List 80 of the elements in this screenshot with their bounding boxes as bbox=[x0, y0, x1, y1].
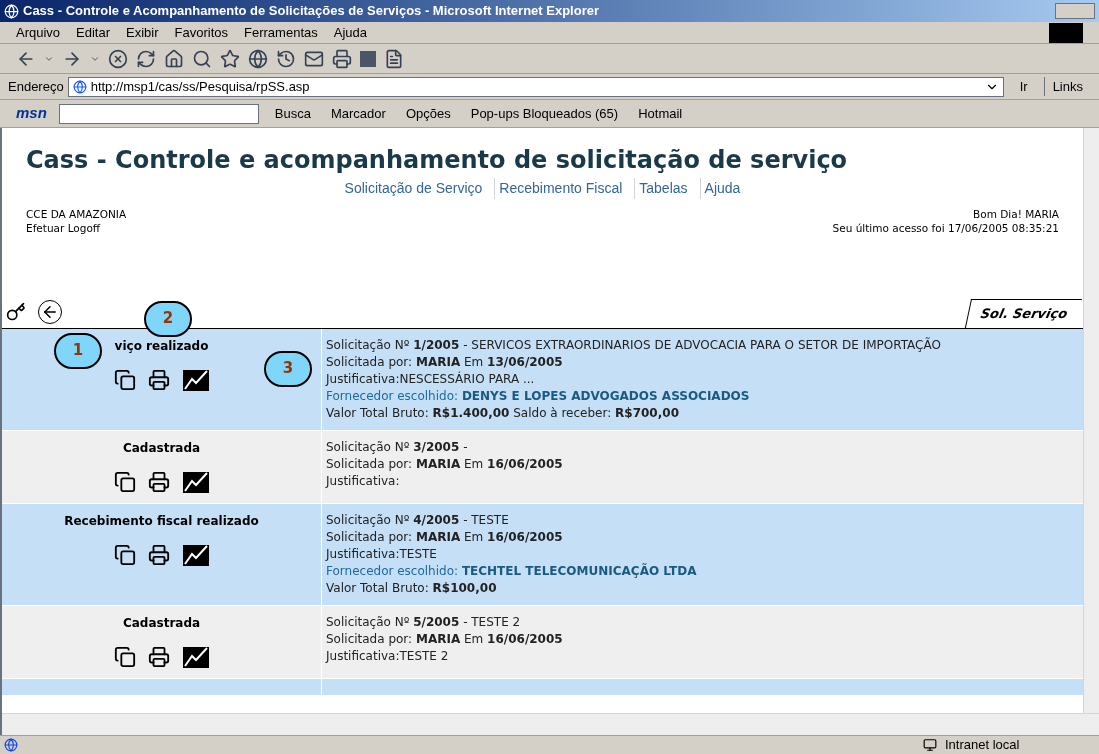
menu-item[interactable]: Favoritos bbox=[174, 22, 229, 43]
callout-marker: 2 bbox=[144, 300, 192, 337]
copy-icon[interactable] bbox=[113, 368, 136, 391]
menu-item[interactable]: Exibir bbox=[126, 22, 159, 43]
request-line: Valor Total Bruto: R$100,00 bbox=[326, 579, 498, 597]
address-text: http://msp1/cas/ss/Pesquisa/rpSS.asp bbox=[90, 77, 310, 96]
supplier-line: Fornecedor escolhido: TECHTEL TELECOMUNICAÇÃO LTDA bbox=[326, 562, 698, 580]
go-button[interactable]: Ir bbox=[1007, 76, 1040, 97]
menu-item[interactable]: Ferramentas bbox=[244, 22, 318, 43]
refresh-icon[interactable] bbox=[136, 48, 156, 69]
toolbar-button[interactable]: Marcador bbox=[327, 103, 390, 124]
request-line: Solicitação Nº 3/2005 - bbox=[326, 438, 469, 456]
request-line: Solicitação Nº 5/2005 - TESTE 2 bbox=[326, 613, 522, 631]
status-label: viço realizado bbox=[114, 337, 209, 355]
copy-icon[interactable] bbox=[113, 543, 136, 566]
network-icon bbox=[923, 738, 937, 752]
printer-icon[interactable] bbox=[147, 368, 170, 391]
address-label: Endereço bbox=[8, 77, 64, 96]
links-button[interactable]: Links bbox=[1043, 76, 1091, 97]
home-icon[interactable] bbox=[164, 48, 184, 69]
msn-logo[interactable]: msn bbox=[16, 102, 47, 125]
logoff-link[interactable]: Efetuar Logoff bbox=[26, 221, 127, 235]
request-line: Solicitada por: MARIA Em 16/06/2005 bbox=[326, 455, 564, 473]
nav-link[interactable]: Recebimento Fiscal bbox=[494, 178, 627, 199]
globe-icon[interactable] bbox=[248, 48, 268, 69]
page-heading: Cass - Controle e acompanhamento de solicitação de serviço bbox=[25, 146, 849, 174]
browser-icon bbox=[4, 3, 19, 19]
request-line: Justificativa: bbox=[326, 472, 401, 490]
printer-icon[interactable] bbox=[332, 48, 352, 69]
favorites-icon[interactable] bbox=[220, 48, 240, 69]
search-field[interactable] bbox=[58, 103, 259, 124]
search-icon[interactable] bbox=[192, 48, 212, 69]
copy-icon[interactable] bbox=[113, 470, 136, 493]
status-label: Cadastrada bbox=[122, 614, 201, 632]
stop-icon[interactable] bbox=[108, 48, 128, 69]
toolbar-button[interactable]: Opções bbox=[401, 103, 455, 124]
copy-icon[interactable] bbox=[113, 645, 136, 668]
address-field[interactable]: http://msp1/cas/ss/Pesquisa/rpSS.asp bbox=[67, 76, 1004, 97]
request-line: Justificativa:TESTE 2 bbox=[326, 647, 450, 665]
ie-icon bbox=[4, 738, 18, 752]
menu-item[interactable]: Ajuda bbox=[333, 22, 367, 43]
company-name: CCE DA AMAZONIA bbox=[26, 207, 127, 221]
request-line: Solicitada por: MARIA Em 16/06/2005 bbox=[326, 630, 564, 648]
request-line: Solicitação Nº 4/2005 - TESTE bbox=[326, 511, 510, 529]
toolbar-button[interactable]: Hotmail bbox=[634, 103, 687, 124]
nav-link[interactable]: Solicitação de Serviço bbox=[340, 178, 487, 199]
menu-item[interactable]: Editar bbox=[76, 22, 111, 43]
key-icon[interactable] bbox=[6, 301, 26, 322]
request-line: Justificativa:TESTE bbox=[326, 545, 438, 563]
history-icon[interactable] bbox=[276, 48, 296, 69]
window-title: Cass - Controle e Acompanhamento de Solicitações de Serviços - Microsoft Internet Explorer bbox=[23, 2, 600, 21]
request-line: Justificativa:NESCESSÁRIO PARA ... bbox=[326, 370, 536, 388]
supplier-line: Fornecedor escolhido: DENYS E LOPES ADVOGADOS ASSOCIADOS bbox=[326, 387, 751, 405]
result-row[interactable]: Cadastrada Solicitação Nº 3/2005 - Solicitada por: MARIA Em 16/06/2005 Justificativa: bbox=[2, 430, 1083, 504]
nav-link[interactable]: Tabelas bbox=[634, 178, 692, 199]
result-row[interactable]: Recebimento fiscal realizado Solicitação Nº 4/2005 - TESTE Solicitada por: MARIA Em 16/06/2005 Justificativa:TESTE Fornecedor escolhido: TECHTEL TELECOMUNICAÇÃO LTDA Valor Total Bruto: R$100,00 bbox=[2, 503, 1083, 606]
request-line: Solicitada por: MARIA Em 13/06/2005 bbox=[326, 353, 564, 371]
result-row[interactable]: Cadastrada Solicitação Nº 5/2005 - TESTE 2 Solicitada por: MARIA Em 16/06/2005 Justificativa:TESTE 2 bbox=[2, 605, 1083, 679]
last-access: Seu último acesso foi 17/06/2005 08:35:21 bbox=[832, 221, 1059, 235]
section-tab[interactable]: Sol. Serviço bbox=[964, 299, 1083, 328]
greeting: Bom Dia! MARIA bbox=[973, 207, 1059, 221]
printer-icon[interactable] bbox=[147, 645, 170, 668]
page-icon bbox=[72, 79, 87, 94]
request-line: Valor Total Bruto: R$1.400,00 Saldo à receber: R$700,00 bbox=[326, 404, 680, 422]
horizontal-scrollbar[interactable] bbox=[2, 713, 1099, 735]
toolbar-button[interactable]: Busca bbox=[270, 103, 315, 124]
request-line: Solicitação Nº 1/2005 - SERVICOS EXTRAORDINARIOS DE ADVOCACIA PARA O SETOR DE IMPORTAÇÃO bbox=[326, 336, 942, 354]
nav-link[interactable]: Ajuda bbox=[699, 178, 745, 199]
printer-icon[interactable] bbox=[147, 470, 170, 493]
status-label: Recebimento fiscal realizado bbox=[64, 512, 259, 530]
document-icon[interactable] bbox=[384, 48, 404, 69]
toolbar-button[interactable]: Pop-ups Bloqueados (65) bbox=[466, 103, 623, 124]
menu-item[interactable]: Arquivo bbox=[16, 22, 61, 43]
request-line: Solicitada por: MARIA Em 16/06/2005 bbox=[326, 528, 564, 546]
vertical-scrollbar[interactable] bbox=[1083, 128, 1099, 713]
status-label: Cadastrada bbox=[122, 439, 201, 457]
square-icon[interactable] bbox=[360, 50, 376, 67]
result-row[interactable] bbox=[2, 328, 1083, 431]
zone-label: Intranet local bbox=[945, 736, 1021, 754]
printer-icon[interactable] bbox=[147, 543, 170, 566]
